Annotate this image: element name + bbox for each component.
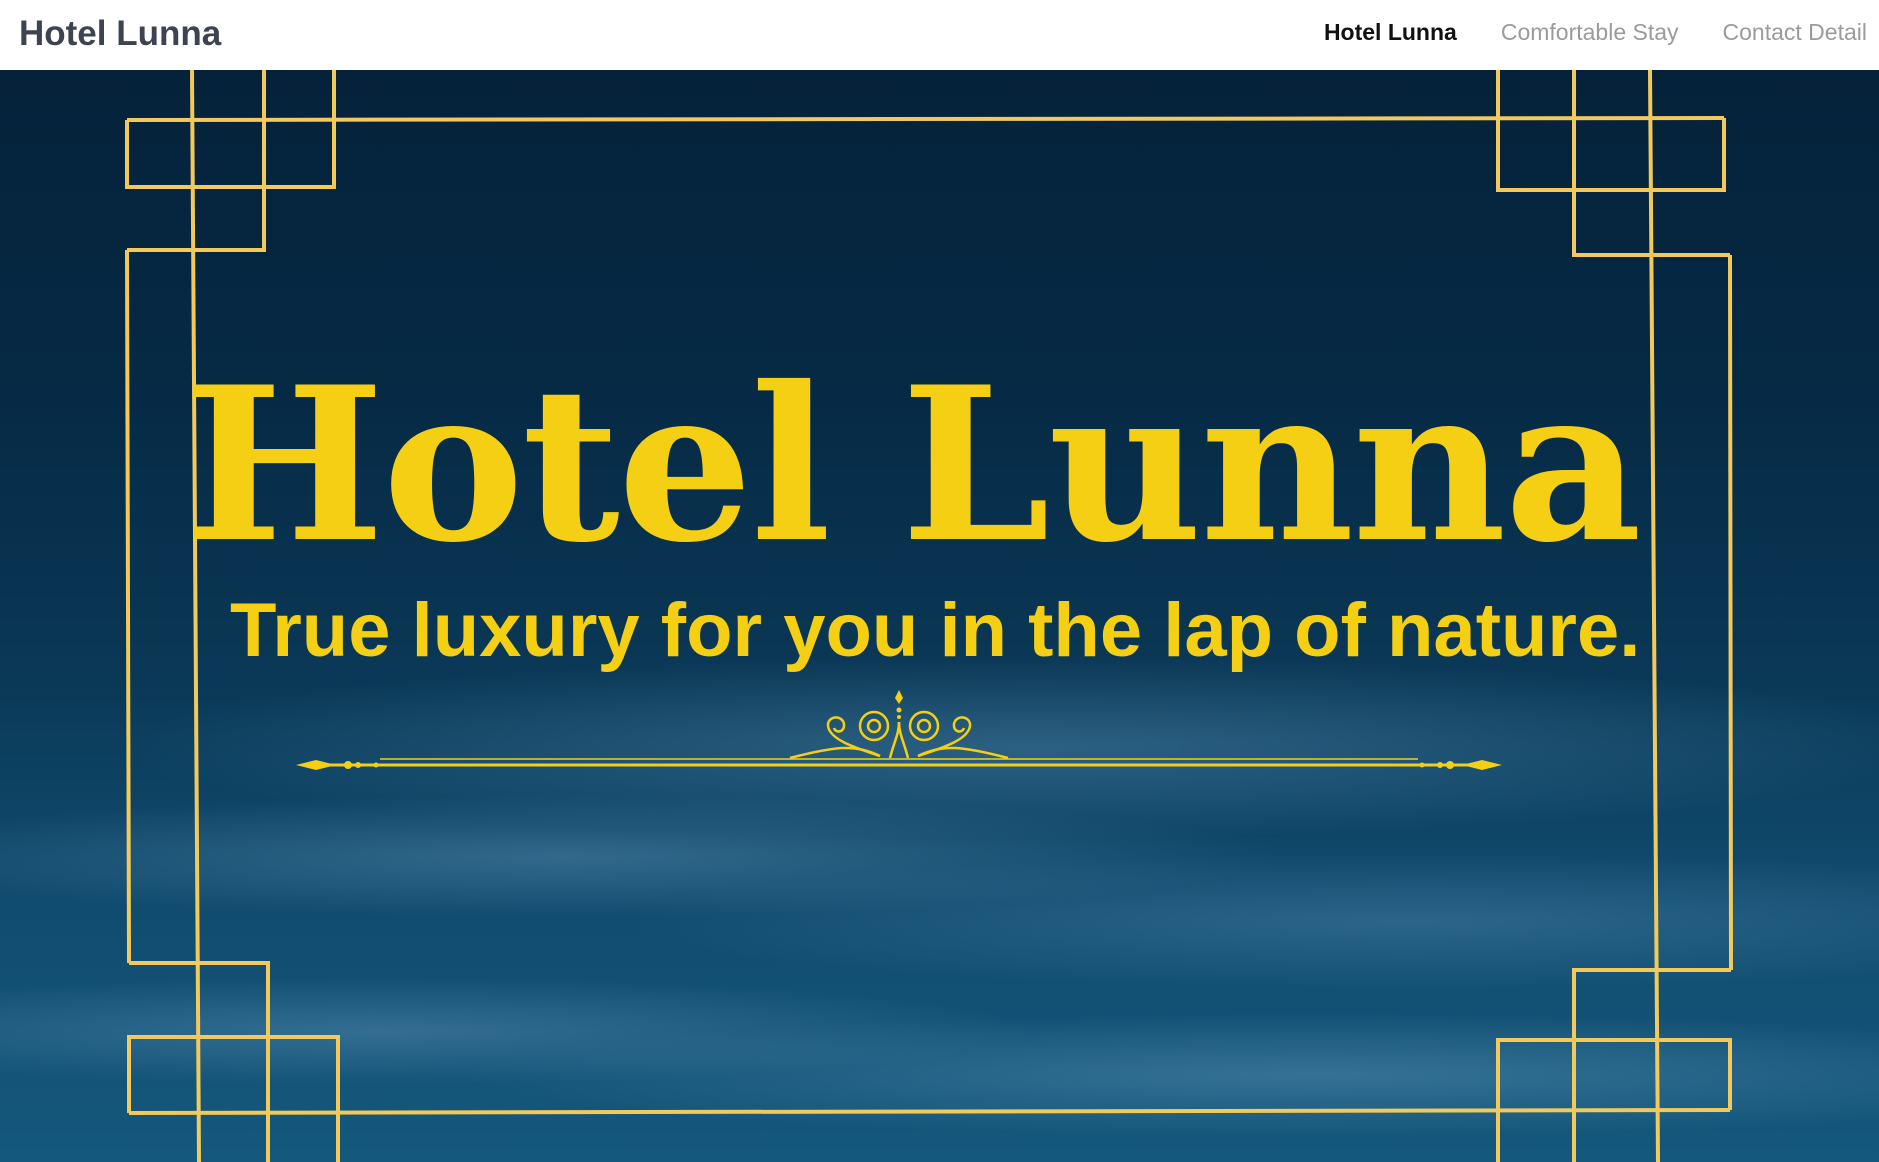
- hero-title: Hotel Lunna: [184, 340, 1642, 589]
- ornamental-divider-icon: [296, 690, 1502, 770]
- hero-tagline: True luxury for you in the lap of nature…: [230, 588, 1641, 673]
- nav-item-contact-detail: Contact Detail: [1723, 18, 1867, 46]
- hero-section: Hotel Lunna True luxury for you in the l…: [0, 70, 1879, 1162]
- brand-logo-link[interactable]: Hotel Lunna: [19, 14, 221, 54]
- nav-item-comfortable-stay: Comfortable Stay: [1501, 18, 1679, 46]
- nav-link-hotel-lunna[interactable]: Hotel Lunna: [1324, 19, 1457, 45]
- nav-links: Hotel Lunna Comfortable Stay Contact Det…: [1324, 18, 1867, 46]
- nav-link-comfortable-stay[interactable]: Comfortable Stay: [1501, 19, 1679, 45]
- navbar: Hotel Lunna Hotel Lunna Comfortable Stay…: [0, 0, 1879, 70]
- nav-link-contact-detail[interactable]: Contact Detail: [1723, 19, 1867, 45]
- nav-item-hotel-lunna: Hotel Lunna: [1324, 18, 1457, 46]
